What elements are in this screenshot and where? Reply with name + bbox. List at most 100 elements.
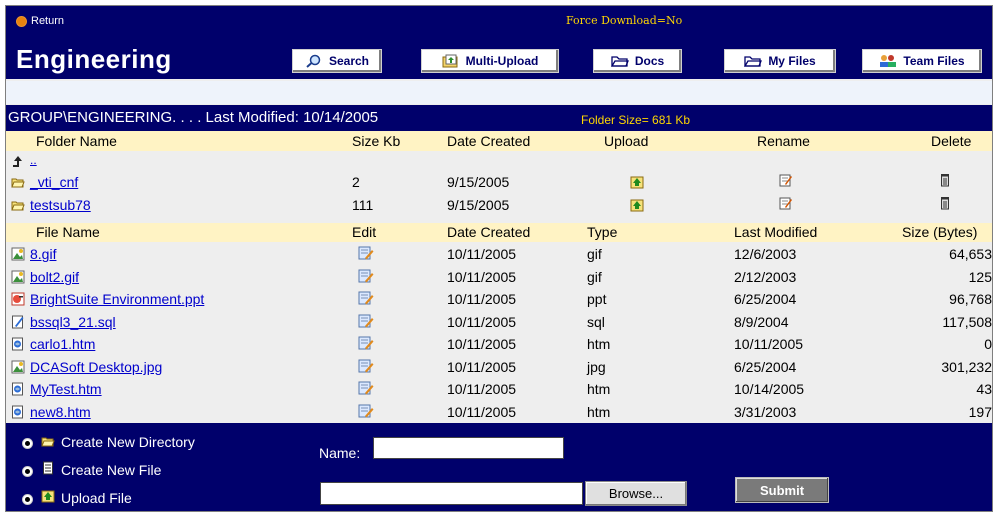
header-upload: Upload xyxy=(604,133,649,149)
file-path-input[interactable] xyxy=(320,482,583,505)
search-button-label: Search xyxy=(328,54,370,68)
folder-size-kb: 111 xyxy=(352,197,374,213)
parent-directory-link[interactable]: .. xyxy=(30,153,37,167)
file-last-modified: 6/25/2004 xyxy=(734,291,797,307)
open-folder-icon xyxy=(11,201,25,211)
header-date-created: Date Created xyxy=(447,133,531,149)
file-name-link[interactable]: bssql3_21.sql xyxy=(30,314,116,330)
folder-icon xyxy=(610,56,629,67)
upload-icon xyxy=(41,490,55,503)
new-file-icon xyxy=(43,461,53,475)
image-file-icon xyxy=(11,270,25,284)
file-manager-window: Return Force Download=No Engineering Sea… xyxy=(5,5,993,512)
file-size-bytes: 96,768 xyxy=(949,291,992,307)
docs-button[interactable]: Docs xyxy=(593,49,682,73)
file-date-created: 10/11/2005 xyxy=(447,246,517,262)
create-directory-radio[interactable] xyxy=(22,438,33,449)
file-name-link[interactable]: DCASoft Desktop.jpg xyxy=(30,359,162,375)
my-files-button[interactable]: My Files xyxy=(724,49,836,73)
trash-icon[interactable] xyxy=(938,196,952,210)
open-folder-icon xyxy=(11,178,25,188)
file-date-created: 10/11/2005 xyxy=(447,269,517,285)
return-link[interactable]: Return xyxy=(16,15,64,27)
upload-icon[interactable] xyxy=(630,198,644,212)
file-date-created: 10/11/2005 xyxy=(447,381,517,397)
multi-upload-button[interactable]: Multi-Upload xyxy=(421,49,559,73)
folder-name-link[interactable]: _vti_cnf xyxy=(30,174,78,190)
name-label: Name: xyxy=(319,445,361,461)
edit-icon[interactable] xyxy=(358,313,374,329)
image-file-icon xyxy=(11,247,25,261)
html-file-icon xyxy=(12,337,23,351)
file-name-link[interactable]: MyTest.htm xyxy=(30,381,102,397)
file-size-bytes: 125 xyxy=(968,269,992,285)
upload-file-radio[interactable] xyxy=(22,494,33,505)
current-path: GROUP\ENGINEERING. . . . Last Modified: … xyxy=(8,109,379,126)
my-files-button-label: My Files xyxy=(768,54,816,68)
spacer-bar xyxy=(6,81,992,104)
file-name-link[interactable]: new8.htm xyxy=(30,404,91,420)
upload-icon[interactable] xyxy=(630,175,644,189)
folder-date-created: 9/15/2005 xyxy=(447,197,510,213)
file-type: jpg xyxy=(587,359,606,375)
file-type: htm xyxy=(587,336,611,352)
folder-table-header: Folder Name Size Kb Date Created Upload … xyxy=(6,131,992,151)
file-type: gif xyxy=(587,246,602,262)
team-icon xyxy=(880,55,897,67)
header-size-kb: Size Kb xyxy=(352,133,401,149)
file-table-header: File Name Edit Date Created Type Last Mo… xyxy=(6,223,992,242)
header-type: Type xyxy=(587,224,618,240)
edit-icon[interactable] xyxy=(358,380,374,396)
file-type: sql xyxy=(587,314,605,330)
file-type: ppt xyxy=(587,291,607,307)
search-button[interactable]: Search xyxy=(292,49,382,73)
submit-button[interactable]: Submit xyxy=(735,477,829,503)
file-name-link[interactable]: carlo1.htm xyxy=(30,336,95,352)
file-name-link[interactable]: BrightSuite Environment.ppt xyxy=(30,291,204,307)
multi-upload-icon xyxy=(442,54,458,68)
edit-icon[interactable] xyxy=(358,358,374,374)
file-date-created: 10/11/2005 xyxy=(447,404,517,420)
file-name-link[interactable]: bolt2.gif xyxy=(30,269,79,285)
file-last-modified: 12/6/2003 xyxy=(734,246,797,262)
edit-icon[interactable] xyxy=(358,245,374,261)
header-folder-name: Folder Name xyxy=(36,133,117,149)
create-file-radio[interactable] xyxy=(22,466,33,477)
rename-icon[interactable] xyxy=(779,173,793,187)
header-size-bytes: Size (Bytes) xyxy=(902,224,978,240)
return-icon xyxy=(16,15,27,27)
file-size-bytes: 43 xyxy=(976,381,992,397)
header-edit: Edit xyxy=(352,224,377,240)
file-last-modified: 10/14/2005 xyxy=(734,381,805,397)
docs-button-label: Docs xyxy=(634,54,665,68)
rename-icon[interactable] xyxy=(779,196,793,210)
edit-icon[interactable] xyxy=(358,403,374,419)
file-size-bytes: 197 xyxy=(968,404,992,420)
file-last-modified: 8/9/2004 xyxy=(734,314,789,330)
edit-icon[interactable] xyxy=(358,335,374,351)
trash-icon[interactable] xyxy=(938,173,952,187)
file-last-modified: 3/31/2003 xyxy=(734,404,797,420)
file-type: gif xyxy=(587,269,602,285)
team-files-button[interactable]: Team Files xyxy=(862,49,982,73)
force-download-status: Force Download=No xyxy=(566,14,683,27)
header-date-created: Date Created xyxy=(447,224,531,240)
file-last-modified: 10/11/2005 xyxy=(734,336,804,352)
name-input[interactable] xyxy=(373,437,564,459)
file-size-bytes: 301,232 xyxy=(941,359,992,375)
upload-file-label: Upload File xyxy=(61,490,132,506)
browse-button[interactable]: Browse... xyxy=(585,481,687,506)
edit-icon[interactable] xyxy=(358,268,374,284)
file-name-link[interactable]: 8.gif xyxy=(30,246,56,262)
folder-date-created: 9/15/2005 xyxy=(447,174,510,190)
file-date-created: 10/11/2005 xyxy=(447,359,517,375)
file-date-created: 10/11/2005 xyxy=(447,314,517,330)
file-size-bytes: 64,653 xyxy=(949,246,992,262)
folder-name-link[interactable]: testsub78 xyxy=(30,197,91,213)
create-file-label: Create New File xyxy=(61,462,162,478)
page-title: Engineering xyxy=(16,44,172,74)
file-type: htm xyxy=(587,404,611,420)
path-bar: GROUP\ENGINEERING. . . . Last Modified: … xyxy=(6,105,992,131)
folder-size: Folder Size= 681 Kb xyxy=(581,113,691,127)
edit-icon[interactable] xyxy=(358,290,374,306)
